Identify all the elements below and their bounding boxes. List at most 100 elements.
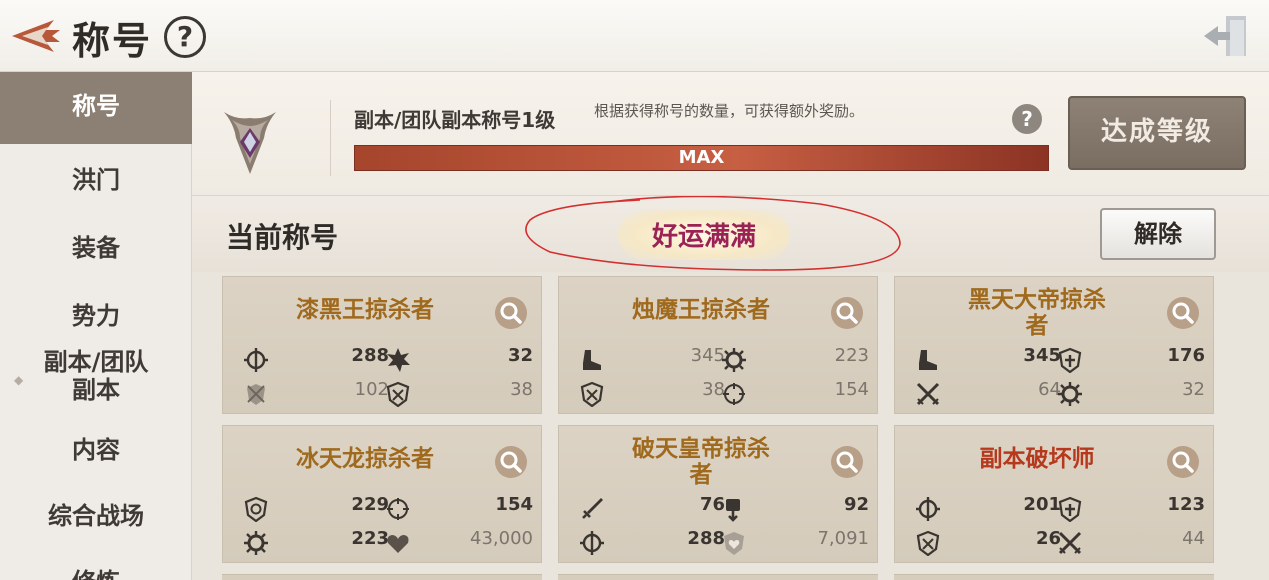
stat-value: 102 <box>354 379 389 400</box>
sidebar-item-training[interactable]: 修炼 <box>0 562 192 580</box>
card-edge <box>222 574 542 580</box>
achievement-panel: 副本/团队副本称号1级 根据获得称号的数量，可获得额外奖励。 ? MAX 达成等… <box>192 72 1269 196</box>
stat-value: 38 <box>702 379 725 400</box>
sidebar-item-label: 综合战场 <box>48 502 144 530</box>
stat-value: 201 <box>1023 494 1061 515</box>
sidebar-item-content[interactable]: 内容 <box>0 430 192 465</box>
shield-ring-icon <box>244 496 268 522</box>
stat-value: 154 <box>495 494 533 515</box>
shield-cross-icon <box>916 530 940 556</box>
stat-value: 76 <box>699 494 725 515</box>
fist-down-icon <box>726 499 740 522</box>
stat-value: 123 <box>1167 494 1205 515</box>
sidebar-item-equipment[interactable]: 装备 <box>0 228 192 263</box>
stat-value: 229 <box>351 494 389 515</box>
page-title: 称号 <box>72 19 153 63</box>
crosshair-icon <box>723 383 745 405</box>
medal-icon <box>224 112 276 174</box>
magnifier-icon[interactable] <box>831 446 863 478</box>
title-card[interactable]: 黑天大帝掠杀 者 345 176 64 32 <box>894 276 1214 414</box>
stat-value: 26 <box>1035 528 1061 549</box>
progress-label: MAX <box>678 147 725 168</box>
sidebar: 称号 洪门 装备 势力 ◆ 副本/团队 副本 内容 综合战场 修炼 <box>0 72 192 580</box>
card-title: 副本破坏师 <box>979 446 1095 472</box>
title-card[interactable]: 烛魔王掠杀者 345 223 38 154 <box>558 276 878 414</box>
shield-target-icon <box>580 531 604 555</box>
sidebar-item-faction[interactable]: 势力 <box>0 296 192 331</box>
stat-value: 32 <box>507 345 533 366</box>
crosshair-icon <box>387 498 409 520</box>
card-title: 黑天大帝掠杀 者 <box>968 287 1106 339</box>
magnifier-icon[interactable] <box>831 297 863 329</box>
stat-value: 345 <box>690 345 725 366</box>
shield-cross-icon <box>386 381 410 407</box>
crossed-swords-shield-icon <box>247 384 265 405</box>
stat-value: 64 <box>1038 379 1061 400</box>
boot-icon <box>919 350 937 370</box>
stat-value: 38 <box>510 379 533 400</box>
stat-value: 92 <box>843 494 869 515</box>
sword-icon <box>582 498 603 519</box>
sidebar-item-title[interactable]: 称号 <box>0 72 192 144</box>
back-arrow-icon[interactable] <box>8 14 64 58</box>
current-title-row: 当前称号 好运满满 解除 <box>192 196 1269 272</box>
shield-heart-icon <box>724 532 744 555</box>
divider <box>330 100 331 176</box>
crossed-swords-icon <box>1058 531 1082 555</box>
sidebar-item-dungeon[interactable]: 副本/团队 副本 <box>0 348 192 404</box>
sidebar-item-label: 洪门 <box>72 166 120 194</box>
sidebar-item-label: 副本/团队 副本 <box>43 348 149 404</box>
stat-value: 288 <box>351 345 389 366</box>
stat-value: 44 <box>1182 528 1205 549</box>
help-icon[interactable]: ? <box>164 16 206 58</box>
shield-cross-icon <box>580 381 604 407</box>
burst-icon <box>387 348 410 372</box>
title-card[interactable]: 漆黑王掠杀者 288 32 102 38 <box>222 276 542 414</box>
sidebar-item-label: 内容 <box>72 436 120 464</box>
card-edge <box>558 574 878 580</box>
shield-plus-icon <box>1058 347 1082 373</box>
achievement-description: 根据获得称号的数量，可获得额外奖励。 <box>594 102 865 120</box>
gear-icon <box>722 348 746 372</box>
help-icon[interactable]: ? <box>1012 104 1042 134</box>
main-content: 副本/团队副本称号1级 根据获得称号的数量，可获得额外奖励。 ? MAX 达成等… <box>192 72 1269 580</box>
magnifier-icon[interactable] <box>1167 297 1199 329</box>
stat-value: 7,091 <box>817 528 869 549</box>
stat-value: 32 <box>1182 379 1205 400</box>
card-title: 冰天龙掠杀者 <box>296 446 434 472</box>
magnifier-icon[interactable] <box>495 297 527 329</box>
card-edge <box>894 574 1214 580</box>
shield-target-icon <box>244 348 268 372</box>
boot-icon <box>583 350 601 370</box>
magnifier-icon[interactable] <box>1167 446 1199 478</box>
current-title: 好运满满 <box>651 222 756 252</box>
stat-value: 43,000 <box>470 528 533 549</box>
achievement-title: 副本/团队副本称号1级 <box>354 108 556 132</box>
sidebar-item-label: 装备 <box>72 234 120 262</box>
sidebar-item-hongmen[interactable]: 洪门 <box>0 160 192 195</box>
title-card[interactable]: 副本破坏师 201 123 26 44 <box>894 425 1214 563</box>
current-title-label: 当前称号 <box>226 221 339 254</box>
title-card[interactable]: 冰天龙掠杀者 229 154 223 43,000 <box>222 425 542 563</box>
title-card[interactable]: 破天皇帝掠杀 者 76 92 288 7,091 <box>558 425 878 563</box>
stat-value: 223 <box>834 345 869 366</box>
magnifier-icon[interactable] <box>495 446 527 478</box>
card-title: 漆黑王掠杀者 <box>296 297 434 323</box>
achieve-rank-button[interactable]: 达成等级 <box>1068 96 1246 170</box>
sidebar-item-battlefield[interactable]: 综合战场 <box>0 496 192 531</box>
sidebar-item-label: 势力 <box>72 302 120 330</box>
exit-icon[interactable] <box>1200 12 1252 60</box>
stat-value: 223 <box>351 528 389 549</box>
progress-bar: MAX <box>354 145 1049 171</box>
remove-button[interactable]: 解除 <box>1100 208 1216 260</box>
stat-value: 176 <box>1167 345 1205 366</box>
gear-icon <box>1058 382 1082 406</box>
sidebar-item-label: 修炼 <box>72 568 120 580</box>
heart-icon <box>387 535 409 553</box>
card-title: 烛魔王掠杀者 <box>632 297 770 323</box>
stat-value: 288 <box>687 528 725 549</box>
card-title: 破天皇帝掠杀 者 <box>632 436 770 488</box>
shield-target-icon <box>916 497 940 521</box>
stat-value: 154 <box>834 379 869 400</box>
top-bar: 称号 ? <box>0 0 1269 72</box>
